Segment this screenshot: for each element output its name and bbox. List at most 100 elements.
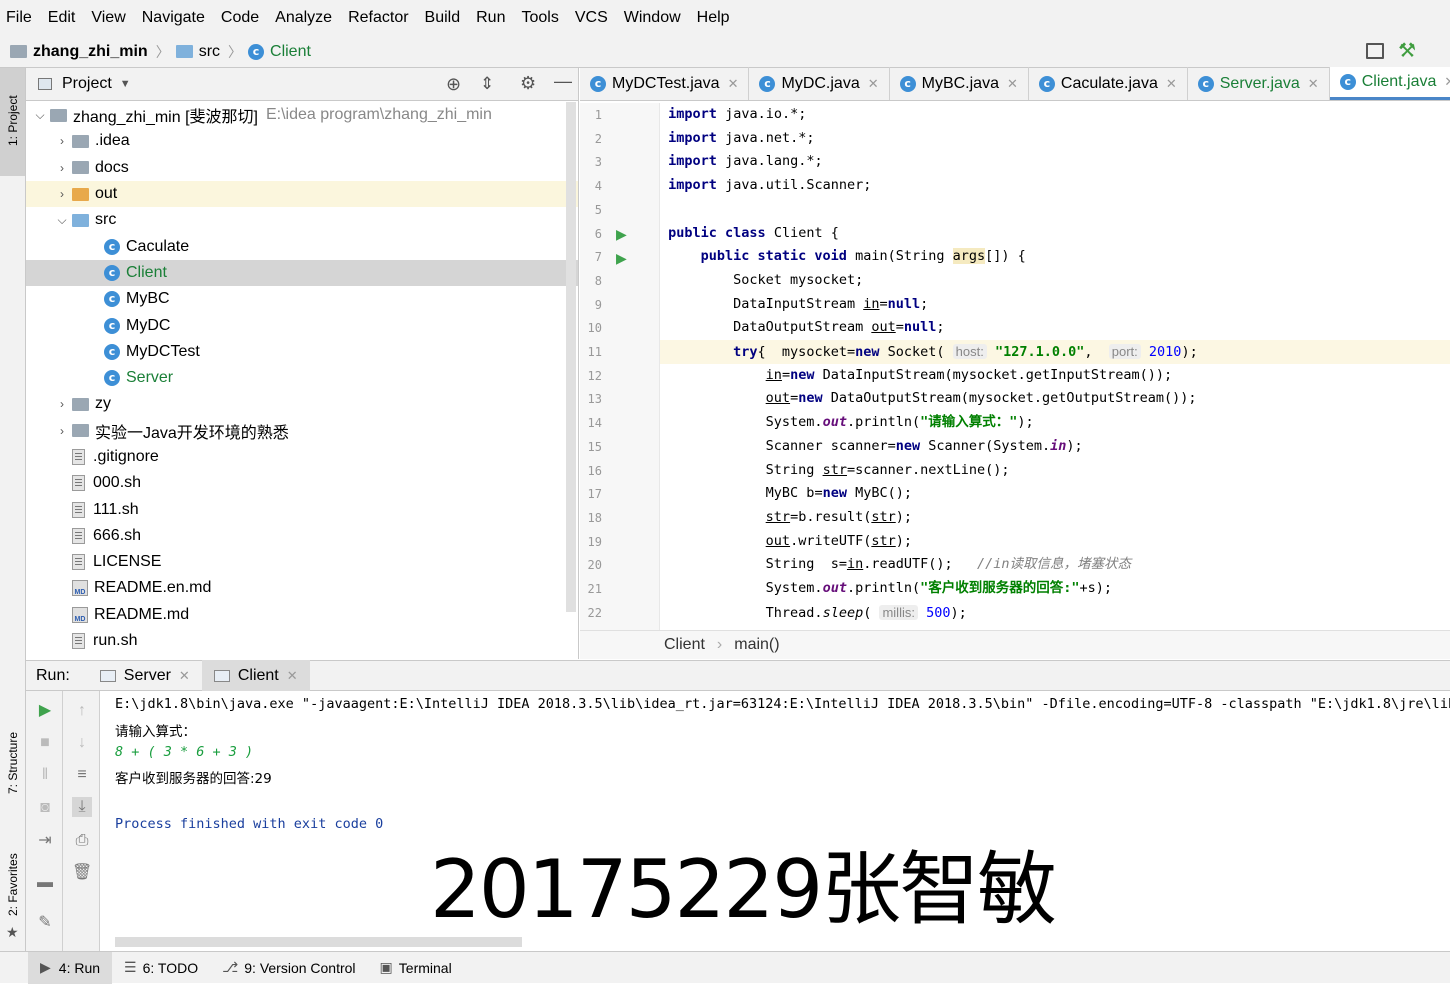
tool-structure[interactable]: 7: Structure bbox=[6, 732, 20, 794]
close-icon[interactable]: ✕ bbox=[1007, 76, 1018, 92]
scroll-to-end-icon[interactable]: ⤓ bbox=[72, 797, 92, 817]
tool-favorites[interactable]: 2: Favorites bbox=[6, 853, 20, 916]
run-tab-server[interactable]: Server ✕ bbox=[88, 660, 202, 691]
tree-item[interactable]: c MyBC bbox=[26, 286, 578, 312]
close-icon[interactable]: ✕ bbox=[728, 76, 739, 92]
menu-code[interactable]: Code bbox=[221, 9, 259, 27]
run-gutter-icon[interactable]: ▶ bbox=[616, 226, 627, 243]
tab-server[interactable]: c Server.java ✕ bbox=[1188, 67, 1330, 100]
run-gutter-icon[interactable]: ▶ bbox=[616, 250, 627, 267]
close-icon[interactable]: ✕ bbox=[1444, 74, 1450, 90]
tree-item[interactable]: › 实验一Java开发环境的熟悉 bbox=[26, 418, 578, 444]
tab-caculate[interactable]: c Caculate.java ✕ bbox=[1029, 67, 1188, 100]
menu-navigate[interactable]: Navigate bbox=[142, 9, 205, 27]
tree-item[interactable]: c Caculate bbox=[26, 233, 578, 259]
close-icon[interactable]: ✕ bbox=[1308, 76, 1319, 92]
tree-item[interactable]: › zy bbox=[26, 391, 578, 417]
scrollbar[interactable] bbox=[566, 102, 576, 612]
line-number: 1 bbox=[594, 108, 602, 122]
tree-item[interactable]: 666.sh bbox=[26, 523, 578, 549]
chevron-right-icon[interactable]: › bbox=[52, 187, 72, 201]
tree-item[interactable]: c Server bbox=[26, 365, 578, 391]
tree-item[interactable]: c MyDC bbox=[26, 312, 578, 338]
breadcrumb-class[interactable]: Client bbox=[664, 636, 705, 654]
locate-icon[interactable]: ⊕ bbox=[446, 74, 461, 95]
tree-item[interactable]: c MyDCTest bbox=[26, 339, 578, 365]
tree-item[interactable]: run.sh bbox=[26, 628, 578, 654]
run-tab-client[interactable]: Client ✕ bbox=[201, 660, 310, 691]
code-editor[interactable]: import java.io.*; import java.net.*; imp… bbox=[660, 103, 1450, 630]
exit-icon[interactable]: ⇥ bbox=[35, 831, 55, 851]
tree-item[interactable]: 111.sh bbox=[26, 496, 578, 522]
tree-item[interactable]: LICENSE bbox=[26, 549, 578, 575]
chevron-down-icon[interactable]: ⌵ bbox=[52, 213, 72, 228]
menu-build[interactable]: Build bbox=[425, 9, 461, 27]
close-icon[interactable]: ✕ bbox=[868, 76, 879, 92]
arrow-up-icon[interactable]: ↑ bbox=[72, 701, 92, 721]
line-number: 10 bbox=[587, 321, 602, 336]
tool-project[interactable]: 1: Project bbox=[6, 95, 20, 146]
close-icon[interactable]: ✕ bbox=[287, 668, 298, 684]
tree-item[interactable]: .gitignore bbox=[26, 444, 578, 470]
nav-file[interactable]: c Client bbox=[248, 43, 311, 61]
tree-item[interactable]: 000.sh bbox=[26, 470, 578, 496]
tree-item[interactable]: MD README.en.md bbox=[26, 575, 578, 601]
tab-client[interactable]: c Client.java ✕ bbox=[1329, 67, 1450, 100]
stop-icon[interactable]: ■ bbox=[35, 733, 55, 753]
tree-item[interactable]: ⌵ src bbox=[26, 207, 578, 233]
chevron-down-icon[interactable]: ▼ bbox=[120, 78, 131, 90]
trash-icon[interactable]: 🗑 bbox=[72, 863, 92, 883]
soft-wrap-icon[interactable]: ≡ bbox=[72, 765, 92, 785]
arrow-down-icon[interactable]: ↓ bbox=[72, 733, 92, 753]
menu-file[interactable]: File bbox=[6, 9, 32, 27]
pin-icon[interactable]: ✎ bbox=[35, 913, 55, 933]
menu-refactor[interactable]: Refactor bbox=[348, 9, 408, 27]
chevron-right-icon[interactable]: › bbox=[52, 424, 72, 438]
breadcrumb-method[interactable]: main() bbox=[734, 636, 779, 654]
status-terminal[interactable]: ▣ Terminal bbox=[368, 952, 464, 984]
print-icon[interactable]: ⎙ bbox=[72, 831, 92, 851]
rerun-icon[interactable]: ▶ bbox=[35, 701, 55, 721]
status-todo[interactable]: ☰ 6: TODO bbox=[112, 952, 210, 984]
menu-help[interactable]: Help bbox=[697, 9, 730, 27]
minimize-icon[interactable]: — bbox=[554, 71, 572, 92]
collapse-icon[interactable]: ⇕ bbox=[480, 74, 494, 94]
chevron-right-icon[interactable]: › bbox=[52, 161, 72, 175]
chevron-right-icon[interactable]: › bbox=[52, 397, 72, 411]
tree-item[interactable]: › docs bbox=[26, 155, 578, 181]
pause-icon[interactable]: ‖ bbox=[35, 765, 55, 785]
project-title[interactable]: Project bbox=[62, 75, 112, 93]
watermark-text: 20175229张智敏 bbox=[430, 843, 1057, 936]
menu-view[interactable]: View bbox=[91, 9, 125, 27]
menu-edit[interactable]: Edit bbox=[48, 9, 76, 27]
status-vcs[interactable]: ⎇ 9: Version Control bbox=[210, 952, 367, 984]
tree-item[interactable]: MD README.md bbox=[26, 602, 578, 628]
editor-area: c MyDCTest.java ✕ c MyDC.java ✕ c MyBC.java ✕ … bbox=[580, 67, 1450, 659]
tab-mydctest[interactable]: c MyDCTest.java ✕ bbox=[580, 67, 750, 100]
tree-root[interactable]: ⌵ zhang_zhi_min [斐波那切] E:\idea program\z… bbox=[26, 102, 578, 128]
line-number: 3 bbox=[594, 155, 602, 170]
tree-item[interactable]: c Client bbox=[26, 259, 578, 287]
layout-icon[interactable]: ▬ bbox=[35, 873, 55, 893]
chevron-right-icon[interactable]: › bbox=[52, 134, 72, 148]
nav-project[interactable]: zhang_zhi_min bbox=[10, 43, 148, 61]
menu-tools[interactable]: Tools bbox=[521, 9, 558, 27]
tab-mydc[interactable]: c MyDC.java ✕ bbox=[749, 67, 890, 100]
tab-mybc[interactable]: c MyBC.java ✕ bbox=[890, 67, 1029, 100]
console-line: 请输入算式： bbox=[115, 724, 196, 740]
close-icon[interactable]: ✕ bbox=[1166, 76, 1177, 92]
close-icon[interactable]: ✕ bbox=[179, 668, 190, 684]
tree-item[interactable]: › out bbox=[26, 180, 578, 208]
nav-src[interactable]: src bbox=[175, 43, 220, 61]
build-hammer-icon[interactable]: ⚒ bbox=[1398, 38, 1416, 63]
menu-vcs[interactable]: VCS bbox=[575, 9, 608, 27]
tree-item[interactable]: › .idea bbox=[26, 128, 578, 154]
layout-icon[interactable] bbox=[1366, 43, 1384, 59]
status-run[interactable]: ▶ 4: Run bbox=[28, 951, 113, 984]
camera-icon[interactable]: ◙ bbox=[35, 798, 55, 818]
gear-icon[interactable]: ⚙ bbox=[520, 73, 536, 94]
menu-window[interactable]: Window bbox=[624, 9, 681, 27]
menu-analyze[interactable]: Analyze bbox=[275, 9, 332, 27]
menu-run[interactable]: Run bbox=[476, 9, 505, 27]
